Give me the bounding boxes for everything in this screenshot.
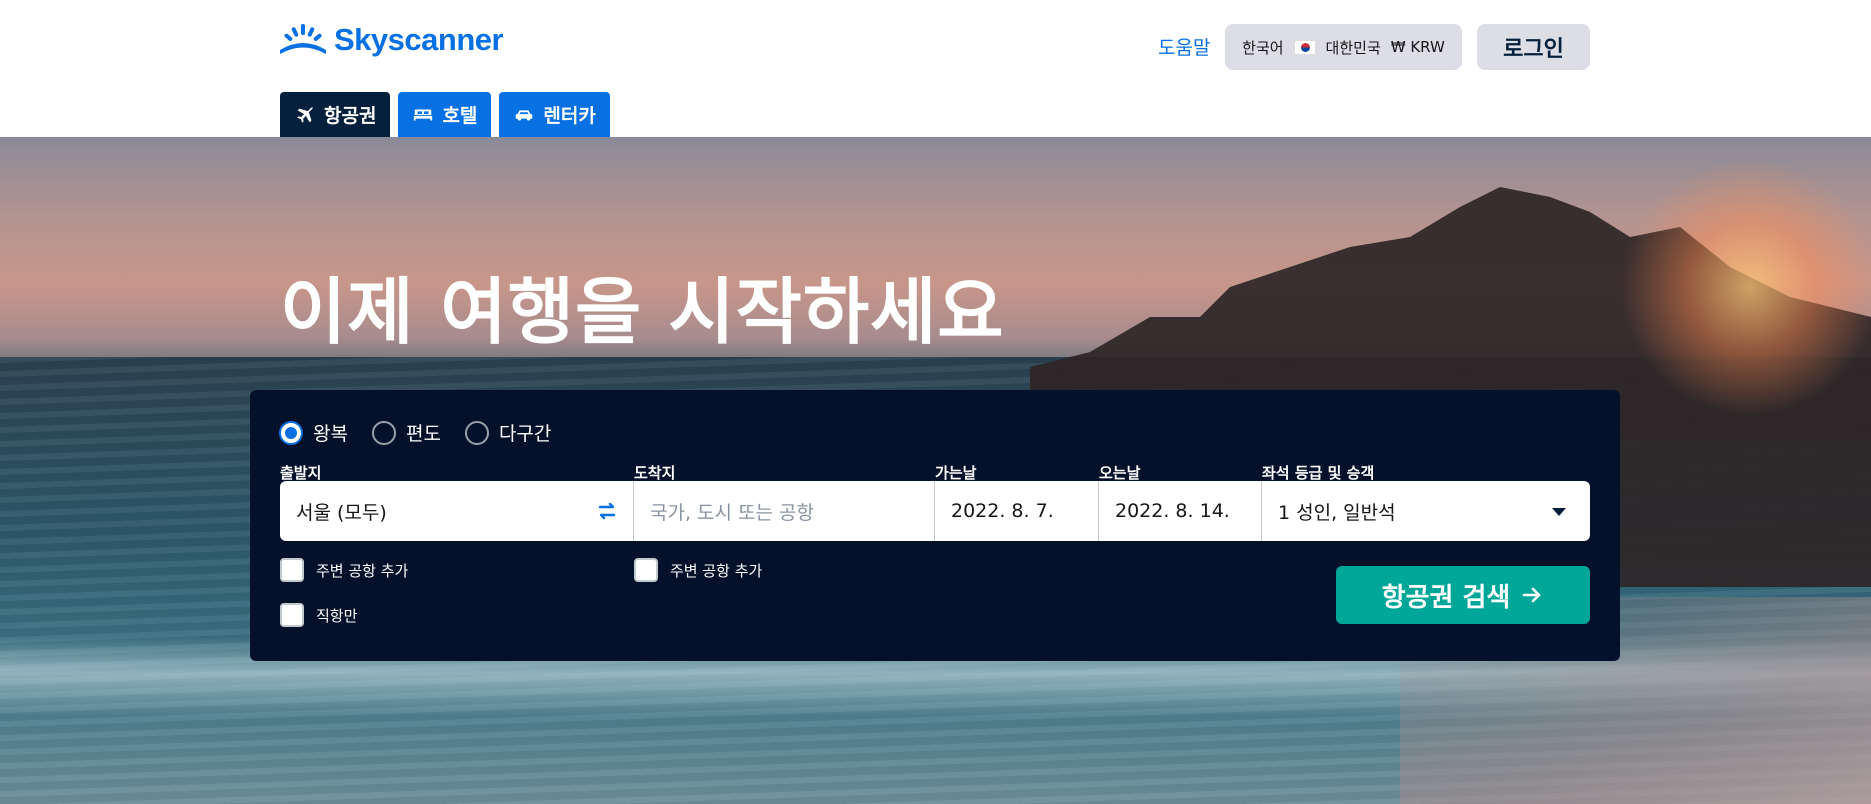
trip-type-multi-city-label: 다구간 <box>498 423 552 445</box>
nearby-origin-label: 주변 공항 추가 <box>316 561 409 580</box>
trip-type-one-way[interactable]: 편도 <box>371 419 441 446</box>
destination-label: 도착지 <box>634 464 676 482</box>
airplane-icon <box>297 106 314 123</box>
header: Skyscanner 도움말 한국어 대한민국 ₩ KRW 로그인 항공권 호텔… <box>0 0 1871 137</box>
trip-type-one-way-label: 편도 <box>405 423 441 445</box>
direct-only-checkbox[interactable] <box>280 603 304 627</box>
help-link[interactable]: 도움말 <box>1158 33 1210 60</box>
search-fields: 서울 (모두) 국가, 도시 또는 공항 2022. 8. 7. 2022. 8… <box>280 481 1590 541</box>
currency-label: ₩ KRW <box>1390 38 1445 56</box>
depart-date-field[interactable]: 2022. 8. 7. <box>935 481 1099 541</box>
nearby-destination-label: 주변 공항 추가 <box>670 561 763 580</box>
destination-placeholder: 국가, 도시 또는 공항 <box>650 501 814 524</box>
bed-icon <box>414 109 433 120</box>
return-label: 오는날 <box>1099 464 1141 482</box>
korea-flag-icon <box>1293 39 1316 55</box>
cabin-label: 좌석 등급 및 승객 <box>1262 464 1375 482</box>
arrow-right-icon <box>1523 587 1541 603</box>
return-date-field[interactable]: 2022. 8. 14. <box>1099 481 1262 541</box>
nearby-origin-option[interactable]: 주변 공항 추가 <box>280 558 408 582</box>
sun-flare <box>1620 157 1871 417</box>
search-flights-label: 항공권 검색 <box>1381 582 1511 613</box>
product-tabs: 항공권 호텔 렌터카 <box>280 92 610 137</box>
search-flights-button[interactable]: 항공권 검색 <box>1336 566 1590 624</box>
chevron-down-icon <box>1552 508 1566 516</box>
return-date-value: 2022. 8. 14. <box>1115 500 1230 522</box>
swap-icon[interactable] <box>595 499 619 523</box>
cabin-travellers-field[interactable]: 1 성인, 일반석 <box>1262 481 1590 541</box>
nearby-destination-checkbox[interactable] <box>634 558 658 582</box>
hero-headline: 이제 여행을 시작하세요 <box>280 270 1005 354</box>
tab-car-hire[interactable]: 렌터카 <box>499 92 610 137</box>
destination-input[interactable]: 국가, 도시 또는 공항 <box>634 481 935 541</box>
sunrise-logo-icon <box>280 24 326 54</box>
direct-only-option[interactable]: 직항만 <box>280 603 357 627</box>
car-icon <box>516 109 533 120</box>
locale-button[interactable]: 한국어 대한민국 ₩ KRW <box>1225 24 1462 70</box>
trip-type-return-label: 왕복 <box>313 423 348 445</box>
country-label: 대한민국 <box>1325 38 1381 57</box>
nearby-destination-option[interactable]: 주변 공항 추가 <box>634 558 762 582</box>
radio-return[interactable] <box>279 420 303 445</box>
flight-search-panel: 왕복 편도 다구간 출발지 도착지 가는날 오는날 좌석 등급 및 승객 서울 … <box>250 390 1620 661</box>
trip-type-return[interactable]: 왕복 <box>279 419 348 446</box>
tab-hotels[interactable]: 호텔 <box>398 92 492 137</box>
tab-flights-label: 항공권 <box>324 105 377 127</box>
cabin-travellers-value: 1 성인, 일반석 <box>1278 501 1396 524</box>
tab-flights[interactable]: 항공권 <box>280 92 391 137</box>
origin-value: 서울 (모두) <box>296 501 387 524</box>
origin-field[interactable]: 서울 (모두) <box>280 481 634 541</box>
depart-date-value: 2022. 8. 7. <box>951 500 1054 522</box>
radio-multi-city[interactable] <box>464 420 489 445</box>
language-label: 한국어 <box>1242 38 1284 57</box>
direct-only-label: 직항만 <box>316 606 358 625</box>
skyscanner-logo[interactable]: Skyscanner <box>280 22 504 58</box>
nearby-origin-checkbox[interactable] <box>280 558 304 582</box>
origin-label: 출발지 <box>280 464 322 482</box>
logo-text: Skyscanner <box>334 22 504 57</box>
tab-hotels-label: 호텔 <box>442 105 478 127</box>
trip-type-multi-city[interactable]: 다구간 <box>464 419 552 446</box>
login-button[interactable]: 로그인 <box>1477 24 1590 70</box>
tab-car-hire-label: 렌터카 <box>543 105 596 127</box>
depart-label: 가는날 <box>935 464 977 482</box>
trip-type-options: 왕복 편도 다구간 <box>279 419 551 446</box>
radio-one-way[interactable] <box>371 420 396 445</box>
